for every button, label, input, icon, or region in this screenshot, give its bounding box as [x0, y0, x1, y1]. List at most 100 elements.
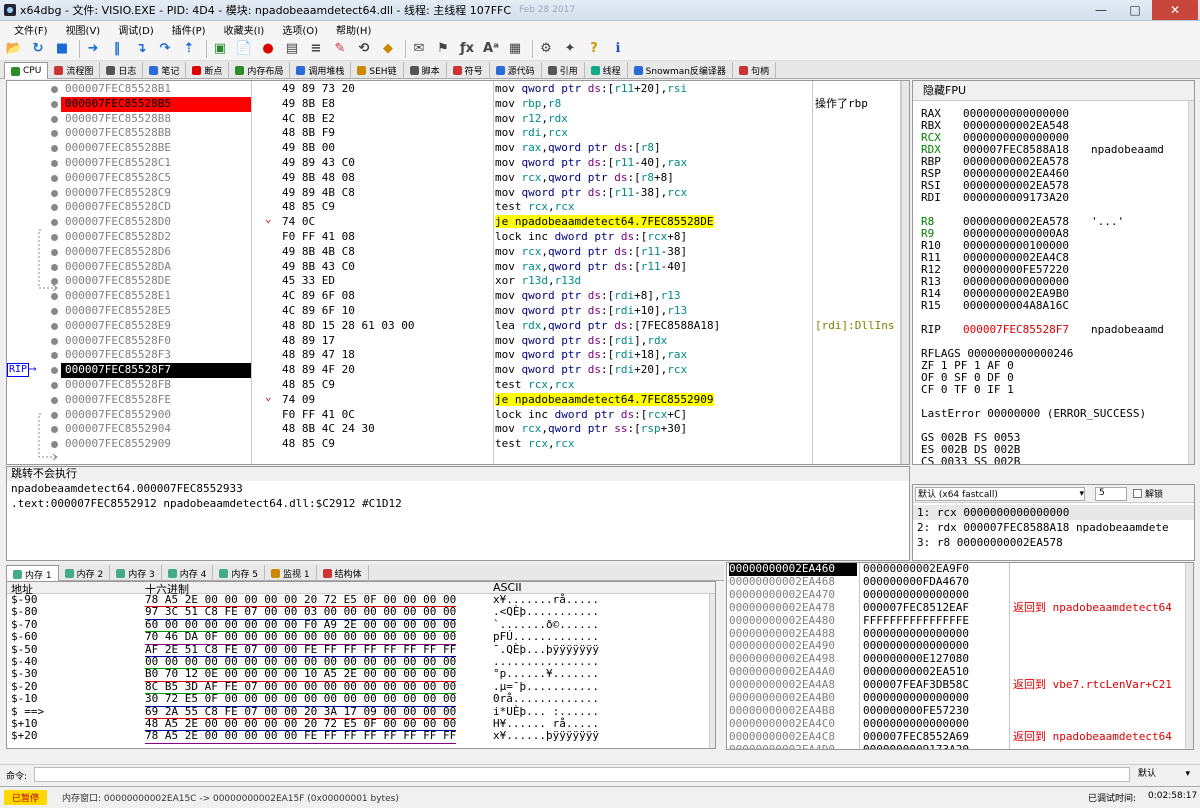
disasm-row[interactable]: 000007FEC85528B1 49 89 73 20 mov qword ptr… — [7, 82, 909, 97]
settings-icon[interactable]: ⚙ — [536, 39, 556, 59]
tab-8[interactable]: 脚本 — [404, 62, 447, 79]
bookmark-icon[interactable]: ⚑ — [433, 39, 453, 59]
menu-item-4[interactable]: 收藏夹(I) — [224, 22, 265, 37]
minimize-button[interactable]: — — [1084, 0, 1118, 20]
dump-tab-0[interactable]: 内存 1 — [6, 565, 59, 582]
unlock-checkbox[interactable] — [1133, 489, 1142, 498]
tab-13[interactable]: Snowman反编译器 — [628, 62, 733, 79]
breakpoint-dot[interactable] — [51, 278, 58, 286]
register-row[interactable]: RDI 0000000009173A20 — [921, 191, 1091, 204]
pause-icon[interactable]: ‖ — [107, 39, 127, 59]
script-icon[interactable]: 📄 — [234, 39, 254, 59]
breakpoint-dot[interactable] — [51, 115, 58, 123]
menu-item-3[interactable]: 插件(P) — [172, 22, 206, 37]
breakpoint-dot[interactable] — [51, 219, 58, 227]
function-icon[interactable]: ƒx — [457, 39, 477, 59]
disasm-row[interactable]: 000007FEC85528C5 49 8B 48 08 mov rcx,qword… — [7, 171, 909, 186]
disasm-row[interactable]: 000007FEC85528B8 4C 8B E2 mov r12,rdx — [7, 112, 909, 127]
patch-icon[interactable]: ✎ — [330, 39, 350, 59]
stack-row[interactable]: 00000000002EA4C8 000007FEC8552A69 返回到 npad… — [727, 730, 1193, 744]
breakpoint-dot[interactable] — [51, 382, 58, 389]
disasm-row[interactable]: 000007FEC85528C9 49 89 4B C8 mov qword ptr… — [7, 186, 909, 201]
breakpoint-dot[interactable] — [51, 86, 58, 93]
dump-tab-4[interactable]: 内存 5 — [213, 565, 265, 582]
tab-11[interactable]: 引用 — [542, 62, 585, 79]
restart-icon[interactable]: ↻ — [28, 39, 48, 59]
breakpoint-dot[interactable] — [51, 100, 58, 108]
breakpoint-dot[interactable] — [51, 263, 58, 271]
dump-tab-2[interactable]: 内存 3 — [110, 565, 162, 582]
tab-1[interactable]: 流程图 — [48, 62, 101, 79]
dump-tab-3[interactable]: 内存 4 — [162, 565, 214, 582]
threads-icon[interactable]: ≡ — [306, 39, 326, 59]
menu-item-2[interactable]: 调试(D) — [118, 22, 154, 37]
tab-0[interactable]: CPU — [4, 62, 49, 79]
disasm-row[interactable]: 000007FEC85528FE 74 09 ⌄ je npadobeaamdetec… — [7, 390, 909, 408]
stop-icon[interactable]: ■ — [52, 39, 72, 59]
register-row[interactable]: R15 0000000004A8A16C — [921, 299, 1091, 312]
breakpoint-dot[interactable] — [51, 352, 58, 360]
breakpoint-dot[interactable] — [51, 411, 58, 419]
disasm-row[interactable]: 000007FEC85528E9 48 8D 15 28 61 03 00 lea … — [7, 319, 909, 334]
lasterror-row[interactable]: LastError 00000000 (ERROR_SUCCESS) — [921, 407, 1146, 420]
stack-row[interactable]: 00000000002EA480 FFFFFFFFFFFFFFFE — [727, 614, 1193, 628]
calculator-icon[interactable]: ▦ — [505, 39, 525, 59]
breakpoint-dot[interactable] — [51, 308, 58, 315]
breakpoint-dot[interactable] — [51, 441, 58, 449]
disasm-row[interactable]: 000007FEC85528E1 4C 89 6F 08 mov qword ptr… — [7, 289, 909, 304]
breakpoint-dot[interactable] — [51, 337, 58, 345]
help-icon[interactable]: ? — [584, 39, 604, 59]
disasm-row[interactable]: 000007FEC8552909 48 85 C9 test rcx,rcx — [7, 437, 909, 452]
info-icon[interactable]: ℹ — [608, 39, 628, 59]
disasm-row[interactable]: 000007FEC85528D0 74 0C ⌄ je npadobeaamdetec… — [7, 212, 909, 230]
command-input[interactable] — [34, 767, 1130, 782]
tab-5[interactable]: 内存布局 — [229, 62, 291, 79]
callconv-select[interactable]: 默认 (x64 fastcall) ▾ — [915, 486, 1085, 501]
tab-7[interactable]: SEH链 — [351, 62, 404, 79]
hide-fpu-toggle[interactable]: 隐藏FPU — [913, 81, 1194, 101]
dump-tab-1[interactable]: 内存 2 — [59, 565, 111, 582]
flags-row[interactable]: CF 0 TF 0 IF 1 — [921, 383, 1014, 396]
plugin-icon[interactable]: ✦ — [560, 39, 580, 59]
disasm-row[interactable]: 000007FEC85528BE 49 8B 00 mov rax,qword pt… — [7, 141, 909, 156]
breakpoint-dot[interactable] — [51, 160, 58, 167]
menu-item-5[interactable]: 选项(O) — [282, 22, 318, 37]
tab-4[interactable]: 断点 — [186, 62, 230, 79]
disasm-row[interactable]: 000007FEC85528F3 48 89 47 18 mov qword ptr… — [7, 348, 909, 363]
disasm-row[interactable]: 000007FEC85528B5 49 8B E8 mov rbp,r8 操作了rbp — [7, 96, 909, 112]
tab-10[interactable]: 源代码 — [490, 62, 542, 79]
stack-row[interactable]: 00000000002EA4B8 000000000FE57230 — [727, 704, 1193, 718]
comment-icon[interactable]: ✉ — [409, 39, 429, 59]
stack-row[interactable]: 00000000002EA4D0 0000000009173A20 — [727, 743, 1193, 749]
disasm-row[interactable]: 000007FEC85528D6 49 8B 4B C8 mov rcx,qword… — [7, 245, 909, 260]
open-icon[interactable]: 📂 — [4, 39, 24, 59]
breakpoint-dot[interactable] — [51, 426, 58, 434]
dump-tab-5[interactable]: 监视 1 — [265, 565, 317, 582]
disasm-row[interactable]: 000007FEC85528D2 F0 FF 41 08 lock inc dwor… — [7, 230, 909, 245]
disasm-row[interactable]: 000007FEC85528DE 45 33 ED xor r13d,r13d — [7, 274, 909, 289]
breakpoint-dot[interactable] — [51, 130, 58, 138]
font-icon[interactable]: Aᵃ — [481, 39, 501, 59]
tab-9[interactable]: 符号 — [447, 62, 490, 79]
stack-row[interactable]: 00000000002EA4B0 0000000000000000 — [727, 691, 1193, 705]
registers-panel[interactable]: 隐藏FPU RAX 0000000000000000 RBX 00000000002E… — [912, 80, 1195, 465]
execute-till-return-icon[interactable]: ⇡ — [179, 39, 199, 59]
menu-item-6[interactable]: 帮助(H) — [336, 22, 371, 37]
step-into-icon[interactable]: ↴ — [131, 39, 151, 59]
disassembly-view[interactable]: 000007FEC85528B1 49 89 73 20 mov qword ptr… — [6, 80, 910, 465]
disasm-row[interactable]: 000007FEC8552900 F0 FF 41 0C lock inc dwor… — [7, 408, 909, 423]
disasm-row[interactable]: 000007FEC85528F7 48 89 4F 20 mov qword ptr… — [7, 362, 909, 378]
memory-icon[interactable]: ▤ — [282, 39, 302, 59]
dump-view[interactable]: 地址 十六进制 ASCII $-90 78 A5 2E 00 00 00 00 0… — [6, 581, 716, 749]
breakpoint-dot[interactable] — [51, 174, 58, 182]
stack-row[interactable]: 00000000002EA468 000000000FDA4670 — [727, 575, 1193, 589]
breakpoint-dot[interactable] — [51, 322, 58, 330]
cpu-icon[interactable]: ▣ — [210, 39, 230, 59]
run-icon[interactable]: ➜ — [83, 39, 103, 59]
tab-14[interactable]: 句柄 — [733, 62, 776, 79]
segment-row[interactable]: CS 0033 SS 002B — [921, 455, 1020, 464]
menu-item-0[interactable]: 文件(F) — [14, 22, 48, 37]
command-mode-select[interactable]: 默认 ▾ — [1134, 767, 1194, 782]
breakpoint-dot[interactable] — [51, 234, 58, 241]
disasm-row[interactable]: 000007FEC85528E5 4C 89 6F 10 mov qword ptr… — [7, 304, 909, 319]
